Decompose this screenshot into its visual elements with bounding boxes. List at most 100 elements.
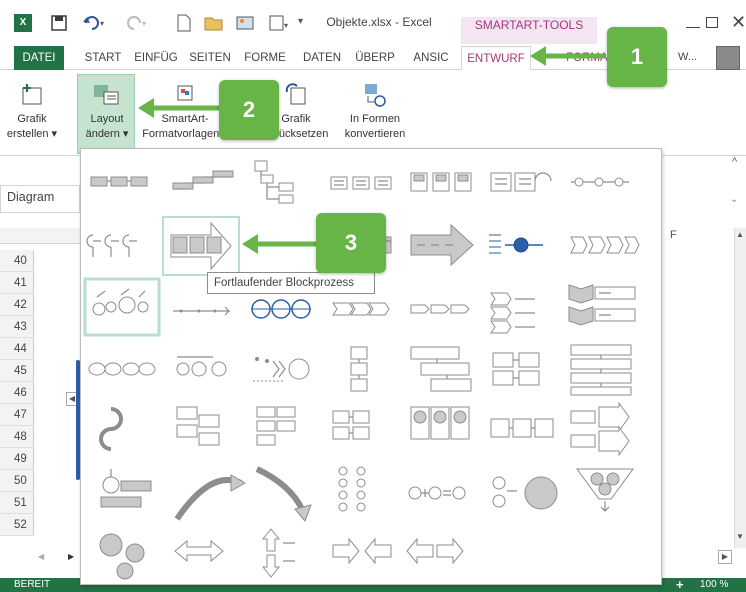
tab-start[interactable]: START [80, 46, 126, 70]
user-name[interactable]: W... [678, 51, 697, 63]
row-header[interactable]: 52 [0, 514, 34, 536]
name-box[interactable]: Diagram [0, 185, 80, 213]
layout-arrow-timeline[interactable] [173, 306, 231, 316]
convert-to-shapes-button[interactable]: In Formen konvertieren [336, 82, 414, 142]
layout-alternating-flow[interactable] [330, 176, 392, 190]
tab-entwurf[interactable]: ENTWURF [461, 46, 531, 70]
minimize-button[interactable] [686, 14, 700, 28]
tab-ueberpruefen[interactable]: ÜBERP [350, 46, 400, 70]
tab-ansicht[interactable]: ANSIC [406, 46, 456, 70]
avatar[interactable] [716, 46, 740, 70]
row-header[interactable]: 50 [0, 470, 34, 492]
scroll-up-icon[interactable]: ▲ [736, 230, 744, 239]
save-icon[interactable] [50, 14, 68, 32]
layout-continuous-block-process-selected[interactable] [162, 216, 240, 276]
row-header[interactable]: 43 [0, 316, 34, 338]
row-header[interactable]: 44 [0, 338, 34, 360]
layout-vertical-process[interactable] [350, 346, 368, 392]
scroll-down-icon[interactable]: ▼ [736, 532, 744, 541]
undo-icon[interactable]: ▾ [82, 14, 108, 32]
redo-icon[interactable]: ▾ [124, 14, 150, 32]
row-header[interactable]: 41 [0, 272, 34, 294]
formula-bar-dropdown[interactable]: ⌄ [730, 194, 738, 205]
convert-shapes-label-2: konvertieren [344, 128, 406, 140]
tab-seiten[interactable]: SEITEN [184, 46, 236, 70]
layout-circle-accent-timeline[interactable] [489, 234, 543, 254]
layout-step-up-process[interactable] [172, 170, 234, 190]
row-header[interactable]: 48 [0, 426, 34, 448]
layout-hierarchy-list[interactable] [254, 160, 294, 204]
row-header[interactable]: 49 [0, 448, 34, 470]
row-header[interactable]: 51 [0, 492, 34, 514]
window-title: Objekte.xlsx - Excel [326, 15, 432, 29]
layout-vertical-flow[interactable] [490, 172, 552, 192]
row-header[interactable]: 45 [0, 360, 34, 382]
layout-circle-process[interactable] [251, 299, 311, 319]
tab-daten[interactable]: DATEN [298, 46, 346, 70]
layout-arrow-ribbon[interactable] [174, 539, 224, 563]
layout-cycle-matrix[interactable] [88, 362, 156, 376]
layout-detailed-process[interactable] [410, 172, 472, 192]
layout-repeating-bending-process[interactable] [83, 277, 161, 337]
layout-circular-arrow-process[interactable] [99, 407, 123, 451]
zoom-in-button[interactable]: + [676, 578, 684, 592]
layout-random-to-result[interactable] [490, 418, 554, 438]
hscroll-right-icon[interactable]: ▶ [718, 550, 732, 564]
layout-vertical-chevron-list[interactable] [568, 284, 636, 326]
layout-vertical-equation[interactable] [492, 476, 558, 510]
layout-basic-block-list[interactable] [90, 176, 148, 187]
picture-icon[interactable] [236, 14, 256, 32]
row-header[interactable]: 40 [0, 250, 34, 272]
tab-datei[interactable]: DATEI [14, 46, 64, 70]
new-file-icon[interactable] [176, 14, 192, 32]
layout-converging-arrows[interactable] [332, 537, 392, 565]
status-ready: BEREIT [14, 579, 51, 590]
layout-basic-chevron-circle[interactable] [253, 357, 310, 382]
open-folder-icon[interactable] [204, 14, 224, 32]
layout-diverging-arrows[interactable] [406, 537, 464, 565]
create-graphic-button[interactable]: Grafik erstellen ▾ [4, 82, 60, 142]
layout-block-matrix-process[interactable] [332, 410, 370, 440]
layout-grid-process[interactable] [492, 352, 540, 386]
maximize-button[interactable] [706, 17, 718, 28]
layout-downward-arrow[interactable] [255, 466, 312, 522]
layout-zigzag-process[interactable] [176, 406, 220, 446]
layout-step-down-process[interactable] [256, 406, 296, 446]
layout-gear[interactable] [99, 533, 145, 580]
sheet-nav-right-icon[interactable]: ▶ [68, 552, 74, 561]
layout-upward-arrow[interactable] [174, 474, 247, 521]
layout-arrow-process[interactable] [410, 223, 474, 267]
ribbon-collapse-icon[interactable]: ^ [732, 156, 737, 168]
close-button[interactable]: ✕ [731, 12, 746, 33]
zoom-level[interactable]: 100 % [700, 578, 728, 592]
layout-arrow-list[interactable] [570, 401, 630, 457]
layout-basic-timeline[interactable] [571, 177, 629, 187]
row-header[interactable]: 42 [0, 294, 34, 316]
tab-formeln[interactable]: FORME [240, 46, 290, 70]
callout-3-arrow [242, 234, 318, 254]
layout-table-process[interactable] [570, 344, 632, 396]
layout-funnel[interactable] [576, 468, 634, 512]
sheet-nav-left-icon[interactable]: ◀ [38, 552, 44, 561]
change-layout-button[interactable]: Layout ändern ▾ [78, 82, 136, 142]
layout-segmented-arrow[interactable] [332, 302, 390, 316]
layout-gear-chevron[interactable] [176, 356, 227, 377]
layout-pointed-arrow[interactable] [410, 304, 470, 314]
layout-opposing-arrows[interactable] [261, 528, 295, 578]
print-preview-icon[interactable]: ▾ [268, 14, 290, 32]
smartart-styles-label-2: Formatvorlagen ▾ [142, 128, 228, 140]
layout-tooltip: Fortlaufender Blockprozess [207, 272, 375, 294]
layout-stacked-chevron[interactable] [490, 292, 535, 334]
layout-chevron-accent-process[interactable] [570, 236, 640, 254]
row-header[interactable]: 47 [0, 404, 34, 426]
vertical-scrollbar[interactable] [734, 228, 746, 548]
layout-bracket-list[interactable] [86, 234, 137, 257]
layout-stair-process[interactable] [410, 346, 472, 392]
layout-descending-process[interactable] [100, 469, 152, 508]
layout-equation[interactable] [408, 486, 466, 500]
layout-circle-list-grid[interactable] [338, 466, 366, 512]
row-header[interactable]: 46 [0, 382, 34, 404]
column-header-f[interactable]: F [670, 229, 677, 241]
layout-phased-process[interactable] [410, 406, 470, 440]
tab-einfuegen[interactable]: EINFÜG [130, 46, 182, 70]
